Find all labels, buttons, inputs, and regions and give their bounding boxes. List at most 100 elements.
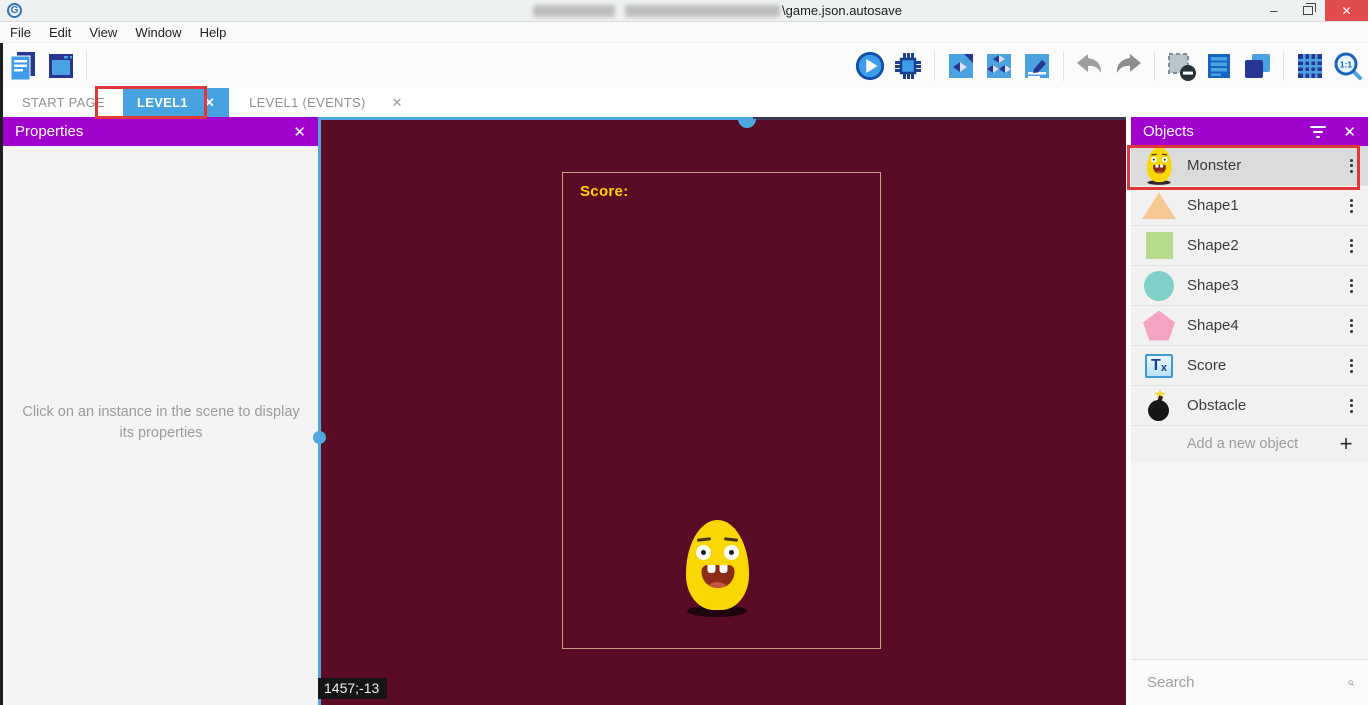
project-manager-icon[interactable] — [6, 49, 40, 83]
title-bar: G \game.json.autosave – ✕ — [0, 0, 1368, 22]
circle-icon — [1131, 271, 1187, 301]
panel-split-edge[interactable] — [318, 117, 753, 120]
object-menu-button[interactable] — [1334, 275, 1368, 297]
monster-eyebrow — [697, 537, 711, 542]
scene-canvas[interactable]: Score: 1457;-13 — [318, 117, 1126, 705]
undo-icon[interactable] — [1074, 50, 1106, 82]
monster-eyebrow — [724, 537, 738, 542]
pentagon-icon — [1131, 311, 1187, 341]
svg-text:1:1: 1:1 — [1340, 60, 1353, 70]
instances-list-icon[interactable] — [1203, 50, 1235, 82]
monster-mouth — [701, 565, 734, 588]
monster-thumbnail-icon — [1131, 147, 1187, 185]
menu-window[interactable]: Window — [133, 25, 191, 40]
objects-header: Objects ✕ — [1131, 117, 1368, 146]
panel-split-edge[interactable] — [318, 117, 321, 705]
redo-icon[interactable] — [1112, 50, 1144, 82]
tab-start-page[interactable]: START PAGE — [8, 88, 119, 117]
toolbar-separator — [1154, 51, 1155, 81]
edit-scene-icon[interactable] — [1021, 50, 1053, 82]
tab-bar: START PAGE LEVEL1 ✕ LEVEL1 (EVENTS) ✕ — [0, 88, 1368, 117]
instances-icon[interactable] — [983, 50, 1015, 82]
split-handle[interactable] — [738, 119, 756, 128]
properties-empty-message: Click on an instance in the scene to dis… — [21, 402, 301, 444]
tab-label: LEVEL1 — [137, 95, 188, 110]
menu-view[interactable]: View — [87, 25, 127, 40]
object-name: Shape2 — [1187, 237, 1334, 254]
object-menu-button[interactable] — [1334, 155, 1368, 177]
monster-eye — [724, 545, 739, 560]
objects-search-bar — [1131, 659, 1368, 705]
monster-instance[interactable] — [686, 520, 749, 617]
minimize-button[interactable]: – — [1258, 0, 1290, 21]
object-name: Score — [1187, 357, 1334, 374]
toolbar-separator — [934, 51, 935, 81]
object-row-shape3[interactable]: Shape3 — [1131, 266, 1368, 306]
close-panel-icon[interactable]: ✕ — [293, 123, 306, 141]
object-menu-button[interactable] — [1334, 315, 1368, 337]
object-menu-button[interactable] — [1334, 195, 1368, 217]
object-row-shape2[interactable]: Shape2 — [1131, 226, 1368, 266]
score-text-object[interactable]: Score: — [580, 183, 629, 200]
object-name: Obstacle — [1187, 397, 1334, 414]
filter-icon[interactable] — [1309, 126, 1327, 138]
tab-level1[interactable]: LEVEL1 ✕ — [123, 88, 229, 117]
debug-icon[interactable] — [892, 50, 924, 82]
objects-title: Objects — [1143, 123, 1309, 140]
menu-bar: File Edit View Window Help — [0, 22, 1368, 43]
redacted-path-segment — [533, 5, 615, 17]
search-icon[interactable] — [1348, 673, 1354, 693]
object-row-obstacle[interactable]: Obstacle — [1131, 386, 1368, 426]
tab-level1-events[interactable]: LEVEL1 (EVENTS) — [235, 88, 380, 117]
search-input[interactable] — [1145, 673, 1348, 692]
maximize-button[interactable] — [1292, 0, 1324, 21]
object-row-shape4[interactable]: Shape4 — [1131, 306, 1368, 346]
toolbar-separator — [86, 51, 87, 81]
tab-label: START PAGE — [22, 95, 105, 110]
restore-icon — [1303, 6, 1313, 15]
menu-help[interactable]: Help — [198, 25, 237, 40]
panel-split-edge[interactable] — [753, 117, 1126, 120]
object-name: Monster — [1187, 157, 1334, 174]
start-page-icon[interactable] — [44, 49, 78, 83]
split-handle[interactable] — [313, 431, 326, 444]
gdevelop-window: G \game.json.autosave – ✕ File Edit View… — [0, 0, 1368, 705]
layers-icon[interactable] — [1241, 50, 1273, 82]
grid-icon[interactable] — [1294, 50, 1326, 82]
object-menu-button[interactable] — [1334, 235, 1368, 257]
object-menu-button[interactable] — [1334, 395, 1368, 417]
tab-close-icon[interactable]: ✕ — [380, 88, 415, 117]
text-object-icon: Tx — [1131, 354, 1187, 378]
tab-close-icon[interactable]: ✕ — [204, 95, 215, 111]
tab-label: LEVEL1 (EVENTS) — [249, 95, 366, 110]
object-row-monster[interactable]: Monster — [1131, 146, 1368, 186]
play-icon[interactable] — [854, 50, 886, 82]
properties-title: Properties — [15, 123, 293, 140]
zoom-1-1-icon[interactable]: 1:1 — [1332, 50, 1364, 82]
clear-selection-icon[interactable] — [1165, 50, 1197, 82]
toolbar-separator — [1283, 51, 1284, 81]
menu-file[interactable]: File — [8, 25, 41, 40]
object-name: Shape1 — [1187, 197, 1334, 214]
toolbar-separator — [1063, 51, 1064, 81]
properties-panel: Properties ✕ Click on an instance in the… — [3, 117, 318, 705]
object-row-shape1[interactable]: Shape1 — [1131, 186, 1368, 226]
object-name: Shape4 — [1187, 317, 1334, 334]
object-row-score[interactable]: Tx Score — [1131, 346, 1368, 386]
add-object-icon[interactable] — [945, 50, 977, 82]
toolbar-right-group: 1:1 — [854, 49, 1364, 83]
square-icon — [1131, 232, 1187, 259]
bomb-icon — [1131, 391, 1187, 421]
close-button[interactable]: ✕ — [1325, 0, 1368, 21]
close-panel-icon[interactable]: ✕ — [1343, 123, 1356, 141]
object-menu-button[interactable] — [1334, 355, 1368, 377]
window-title: \game.json.autosave — [782, 3, 902, 18]
app-logo-icon: G — [7, 3, 22, 18]
menu-edit[interactable]: Edit — [47, 25, 81, 40]
cursor-coordinates: 1457;-13 — [318, 678, 387, 699]
toolbar: 1:1 — [0, 43, 1368, 88]
add-object-label: Add a new object — [1131, 436, 1324, 452]
add-object-row[interactable]: Add a new object + — [1131, 426, 1368, 462]
objects-panel: Objects ✕ Monster Shap — [1131, 117, 1368, 705]
add-object-button[interactable]: + — [1324, 433, 1368, 455]
